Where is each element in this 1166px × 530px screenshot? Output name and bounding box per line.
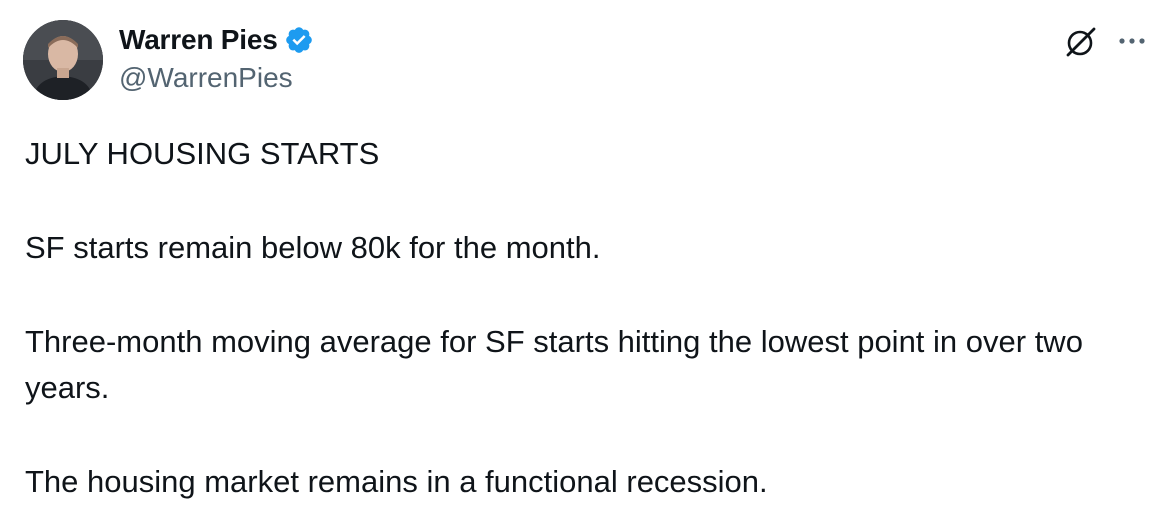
tweet-text: JULY HOUSING STARTS SF starts remain bel… [25, 131, 1135, 505]
avatar[interactable] [23, 20, 103, 100]
tweet-paragraph: SF starts remain below 80k for the month… [25, 230, 601, 265]
tweet-paragraph: Three-month moving average for SF starts… [25, 324, 1083, 405]
tweet-paragraph: The housing market remains in a function… [25, 464, 768, 499]
author-name-row[interactable]: Warren Pies [119, 22, 314, 58]
avatar-image [23, 20, 103, 100]
tweet-card: Warren Pies @WarrenPies JULY HOUSING STA… [0, 0, 1166, 530]
grok-icon[interactable] [1063, 24, 1099, 60]
display-name[interactable]: Warren Pies [119, 24, 278, 56]
author-handle[interactable]: @WarrenPies [119, 62, 293, 94]
tweet-paragraph: JULY HOUSING STARTS [25, 136, 380, 171]
more-options-icon[interactable] [1112, 26, 1152, 56]
verified-badge-icon [284, 25, 314, 55]
